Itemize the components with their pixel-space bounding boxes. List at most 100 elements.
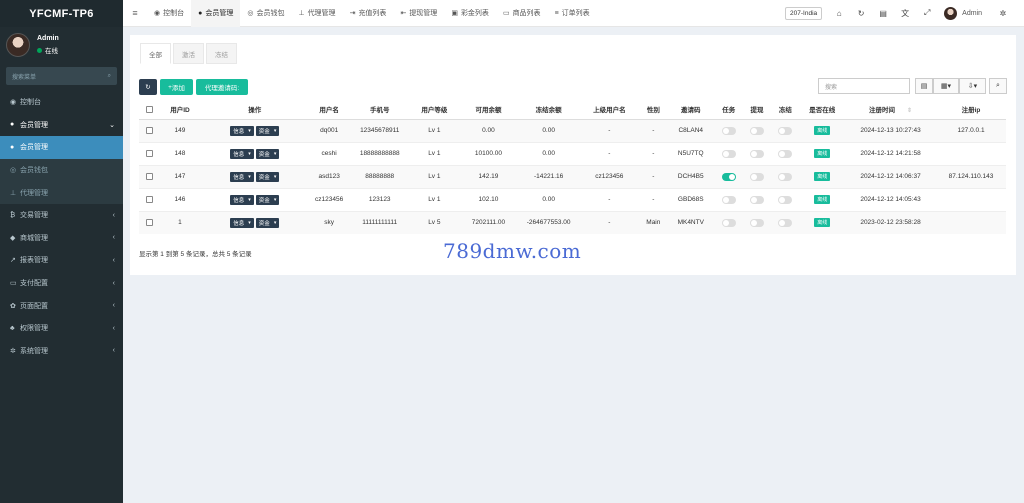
task-toggle[interactable] (721, 218, 736, 227)
withdraw-toggle[interactable] (750, 195, 764, 204)
export-button[interactable]: ⇩▾ (959, 78, 986, 94)
freeze-toggle[interactable] (778, 126, 793, 135)
fullscreen-icon[interactable]: ⤢ (916, 8, 938, 18)
search-icon[interactable]: ⌕ (108, 73, 111, 80)
funds-dropdown-button[interactable]: 资金 ▾ (255, 148, 280, 159)
sidebar-item-trade-management[interactable]: ₿ 交易管理 ‹ (0, 204, 123, 227)
info-dropdown-button[interactable]: 信息 ▾ (230, 125, 254, 136)
funds-dropdown-button[interactable]: 资金 ▾ (255, 171, 280, 182)
info-dropdown-button[interactable]: 信息 ▾ (230, 171, 254, 182)
tab-agent-management[interactable]: ⊥ 代理管理 (291, 0, 342, 27)
freeze-toggle[interactable] (778, 172, 793, 181)
cell-balance: 102.10 (458, 187, 519, 211)
row-checkbox[interactable] (145, 126, 153, 134)
column-header[interactable]: 手机号 (349, 100, 411, 120)
column-header[interactable]: 用户名 (308, 100, 350, 120)
tab-product-list[interactable]: ▭ 商品列表 (496, 0, 548, 27)
task-toggle[interactable] (721, 126, 736, 135)
admin-name[interactable]: Admin (962, 10, 982, 17)
tab-frozen[interactable]: 冻结 (206, 43, 237, 64)
sidebar-item-label: 交易管理 (20, 212, 48, 220)
info-dropdown-button[interactable]: 信息 ▾ (230, 194, 254, 205)
info-dropdown-button[interactable]: 信息 ▾ (230, 217, 254, 228)
search-button[interactable]: ⌕ (989, 78, 1007, 94)
table-search-input[interactable]: 搜索 (818, 78, 910, 94)
sidebar-item-member-management[interactable]: ● 会员管理 ⌄ (0, 114, 123, 137)
tab-all[interactable]: 全部 (140, 43, 171, 64)
sidebar-item-dashboard[interactable]: ◉ 控制台 (0, 91, 123, 114)
column-header[interactable]: 冻结 (771, 100, 800, 120)
toggle-view-button[interactable]: ▤ (915, 78, 933, 94)
column-header[interactable]: 可用余额 (458, 100, 519, 120)
sidebar-item-mall-management[interactable]: ◆ 商城管理 ‹ (0, 227, 123, 250)
info-dropdown-button[interactable]: 信息 ▾ (230, 148, 254, 159)
refresh-button[interactable]: ↻ (139, 79, 157, 95)
sort-icon[interactable]: ⇕ (907, 108, 912, 114)
sidebar-item-member-wallet[interactable]: ◎ 会员钱包 (0, 158, 123, 182)
cell-register-ip (936, 210, 1006, 234)
task-toggle[interactable] (721, 195, 736, 204)
sidebar-toggle-icon[interactable]: ≡ (123, 8, 147, 18)
settings-icon[interactable]: ✲ (992, 9, 1014, 18)
tab-member-wallet[interactable]: ◎ 会员钱包 (240, 0, 291, 27)
table-row[interactable]: 149 信息 ▾ 资金 ▾ dq001 12345678911 Lv 1 0.00 0.00- - C… (139, 118, 1006, 142)
trash-icon[interactable]: ▤ (872, 9, 894, 18)
column-header[interactable]: 注册ip (936, 100, 1006, 120)
refresh-icon[interactable]: ↻ (850, 9, 872, 18)
column-header[interactable]: 提现 (742, 100, 772, 120)
tab-member-management[interactable]: ● 会员管理 (191, 0, 241, 27)
task-toggle[interactable] (721, 149, 736, 158)
withdraw-toggle[interactable] (750, 172, 764, 181)
home-icon[interactable]: ⌂ (828, 9, 850, 18)
withdraw-toggle[interactable] (750, 126, 764, 135)
sidebar-item-member-list[interactable]: ● 会员管理 (0, 136, 123, 159)
tab-bonus-list[interactable]: ▣ 彩金列表 (444, 0, 496, 27)
language-icon[interactable]: 文 (894, 8, 916, 19)
tab-recharge-list[interactable]: ⇥ 充值列表 (343, 0, 394, 27)
freeze-toggle[interactable] (778, 149, 793, 158)
select-all-checkbox[interactable] (145, 105, 153, 113)
avatar[interactable] (944, 6, 958, 20)
tab-active[interactable]: 激活 (173, 43, 204, 64)
tab-withdraw-management[interactable]: ⇤ 提现管理 (393, 0, 444, 27)
columns-button[interactable]: ▦▾ (933, 78, 959, 94)
row-checkbox[interactable] (145, 195, 153, 203)
column-header[interactable]: 任务 (714, 100, 743, 120)
sidebar-search-input[interactable]: 搜索菜单 ⌕ (6, 67, 117, 85)
table-row[interactable]: 146 信息 ▾ 资金 ▾ cz123456 123123 Lv 1 102.10 0.00- - G… (139, 187, 1006, 211)
add-button[interactable]: + 添加 (160, 79, 193, 95)
column-header[interactable]: 冻结余额 (518, 100, 579, 120)
sidebar-item-system-management[interactable]: ✲ 系统管理 ‹ (0, 340, 123, 363)
funds-dropdown-button[interactable]: 资金 ▾ (255, 194, 280, 205)
sidebar-item-payment-config[interactable]: ▭ 支付配置 ‹ (0, 272, 123, 295)
tab-order-list[interactable]: ≡ 订单列表 (548, 0, 597, 27)
sidebar-item-page-config[interactable]: ✿ 页面配置 ‹ (0, 294, 123, 317)
sidebar-item-agent-management[interactable]: ⊥ 代理管理 (0, 181, 123, 204)
freeze-toggle[interactable] (778, 195, 793, 204)
table-row[interactable]: 1 信息 ▾ 资金 ▾ sky 11111111111 Lv 5 7202111.00 -2646… (139, 210, 1006, 234)
withdraw-toggle[interactable] (750, 218, 764, 227)
agent-invite-code-button[interactable]: 代理邀请码: (196, 79, 248, 95)
column-header[interactable]: 用户等级 (410, 100, 459, 120)
withdraw-toggle[interactable] (750, 149, 764, 158)
column-header[interactable]: 性别 (639, 100, 667, 120)
sidebar-search-placeholder: 搜索菜单 (12, 74, 37, 81)
column-header[interactable]: 是否在线 (799, 100, 845, 120)
sidebar-item-report-management[interactable]: ↗ 报表管理 ‹ (0, 249, 123, 272)
row-checkbox[interactable] (145, 149, 153, 157)
freeze-toggle[interactable] (778, 218, 793, 227)
row-checkbox[interactable] (145, 172, 153, 180)
column-header[interactable]: 用户ID (159, 100, 201, 120)
region-select[interactable]: 207-India (785, 6, 823, 20)
column-header[interactable]: 邀请码 (666, 100, 715, 120)
table-row[interactable]: 147 信息 ▾ 资金 ▾ asd123 88888888 Lv 1 142.19 -14221.… (139, 164, 1006, 188)
funds-dropdown-button[interactable]: 资金 ▾ (255, 217, 280, 228)
sidebar-item-permission-management[interactable]: ♣ 权限管理 ‹ (0, 317, 123, 340)
tab-dashboard[interactable]: ◉ 控制台 (147, 0, 191, 27)
row-checkbox[interactable] (145, 219, 153, 227)
app-logo[interactable]: YFCMF-TP6 (0, 0, 123, 27)
column-header[interactable]: 上级用户名 (578, 100, 640, 120)
task-toggle[interactable] (721, 172, 736, 181)
table-row[interactable]: 148 信息 ▾ 资金 ▾ ceshi 18888888888 Lv 1 10100.00 0.0… (139, 141, 1006, 165)
funds-dropdown-button[interactable]: 资金 ▾ (255, 125, 280, 136)
